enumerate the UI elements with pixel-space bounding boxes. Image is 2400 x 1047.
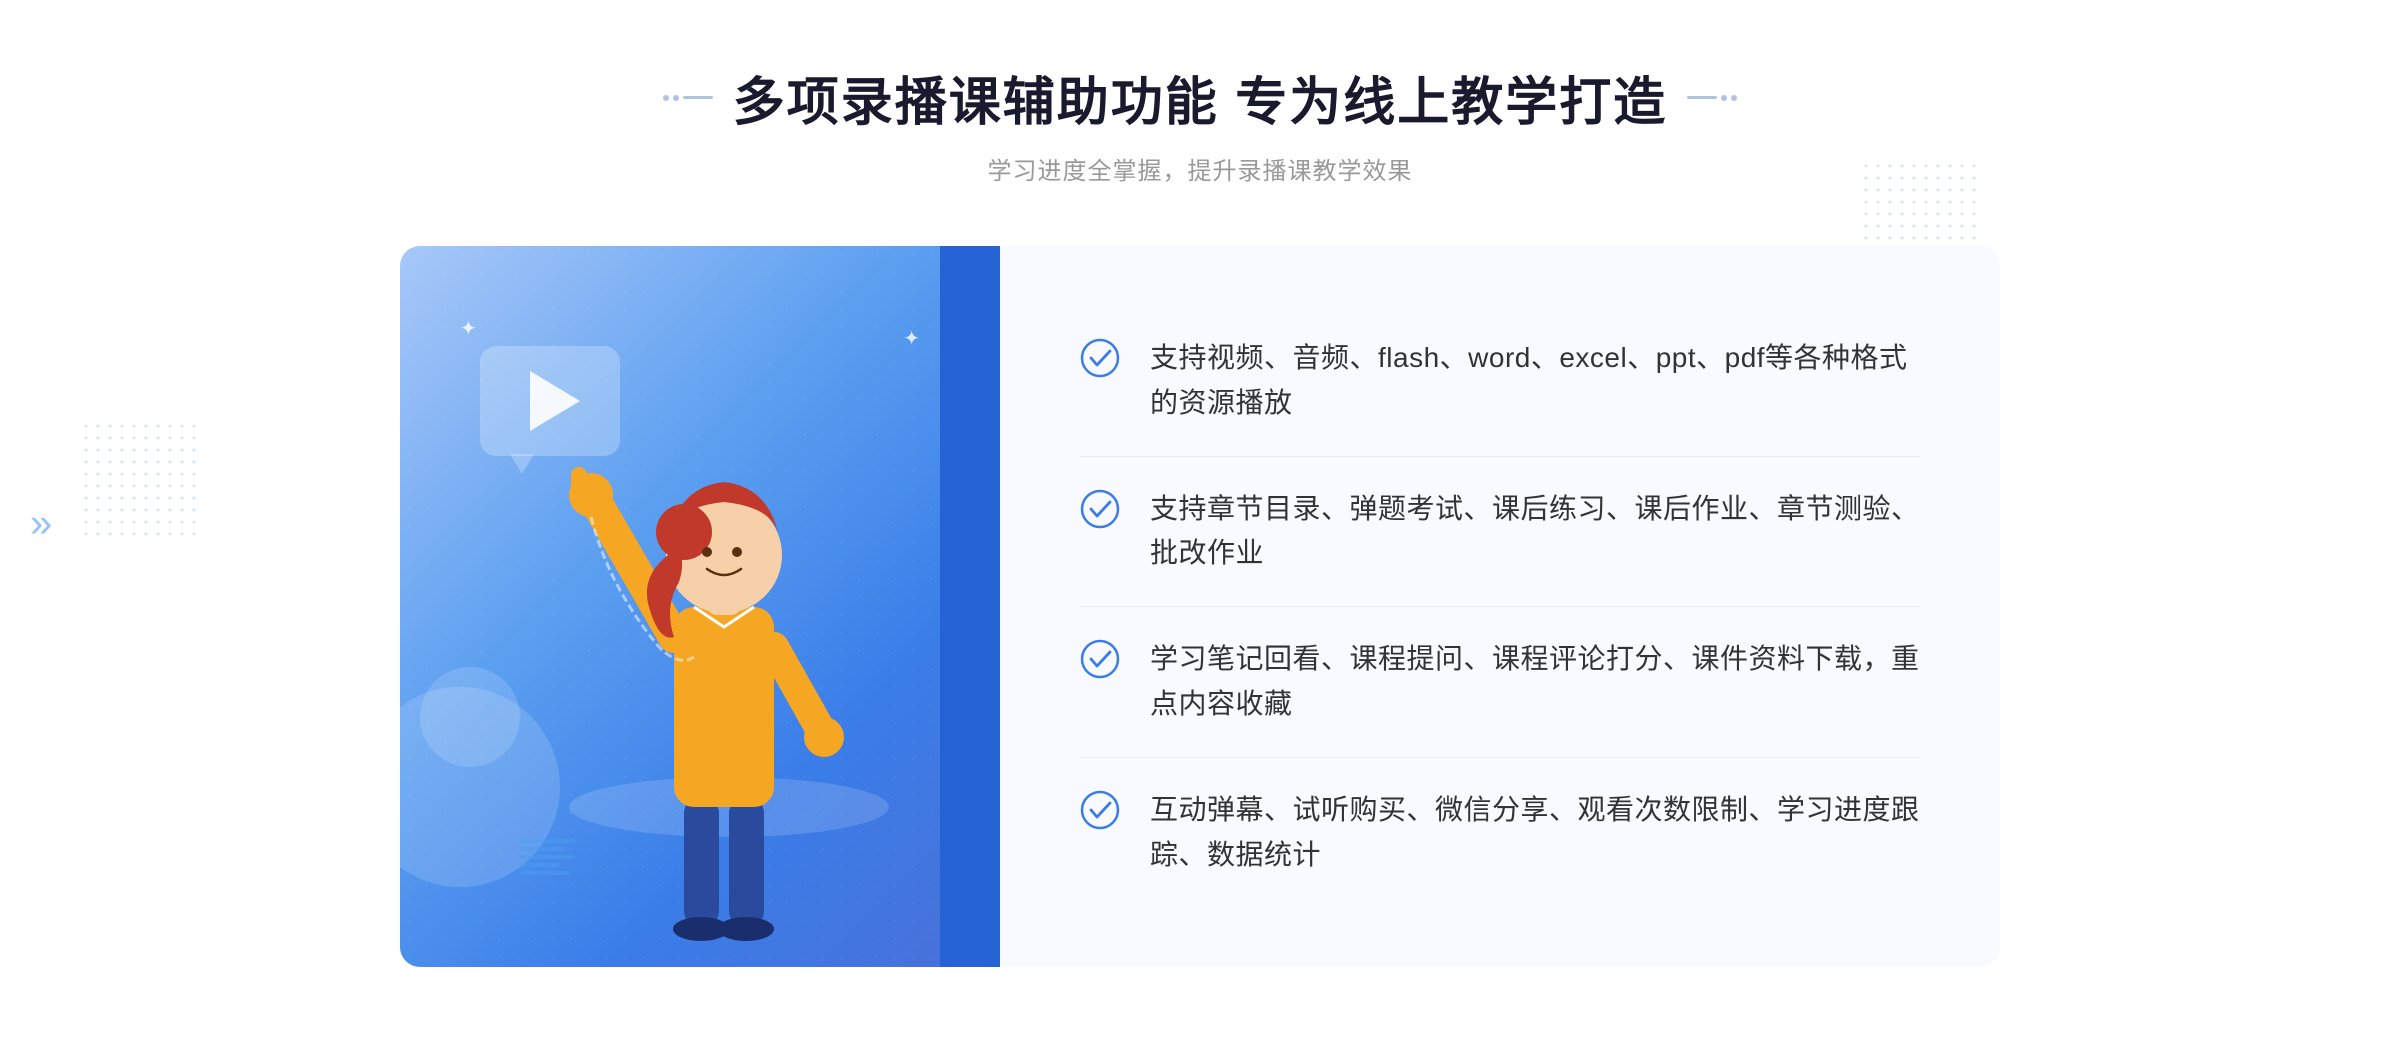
sparkle-2: ✦ [903,326,920,351]
feature-text-3: 学习笔记回看、课程提问、课程评论打分、课件资料下载，重点内容收藏 [1150,637,1920,727]
title-decorator-left [663,95,713,101]
main-title: 多项录播课辅助功能 专为线上教学打造 [733,60,1667,135]
page-container: » 多项录播课辅助功能 专为线上教学打造 学习进度全掌握，提升录播课教学效果 [0,0,2400,1047]
circle-small [420,667,520,767]
feature-item-1: 支持视频、音频、flash、word、excel、ppt、pdf等各种格式的资源… [1080,306,1920,457]
dot-pattern-left [80,420,200,540]
check-icon-3 [1080,639,1120,679]
title-decorator-right [1687,95,1737,101]
person-svg [529,407,909,967]
sparkle-1: ✦ [460,316,477,341]
features-panel: 支持视频、音频、flash、word、excel、ppt、pdf等各种格式的资源… [1000,246,2000,967]
subtitle: 学习进度全掌握，提升录播课教学效果 [663,151,1737,186]
header-section: 多项录播课辅助功能 专为线上教学打造 学习进度全掌握，提升录播课教学效果 [663,60,1737,186]
illustration-panel: ✦ ✦ [400,246,1000,967]
feature-item-2: 支持章节目录、弹题考试、课后练习、课后作业、章节测验、批改作业 [1080,457,1920,608]
feature-text-1: 支持视频、音频、flash、word、excel、ppt、pdf等各种格式的资源… [1150,336,1920,426]
check-icon-1 [1080,338,1120,378]
feature-text-2: 支持章节目录、弹题考试、课后练习、课后作业、章节测验、批改作业 [1150,487,1920,577]
blue-stripe [940,246,1000,967]
check-icon-4 [1080,790,1120,830]
main-content: ✦ ✦ [400,246,2000,967]
check-icon-2 [1080,489,1120,529]
stripe-decoration [520,807,580,907]
feature-item-4: 互动弹幕、试听购买、微信分享、观看次数限制、学习进度跟踪、数据统计 [1080,758,1920,908]
feature-text-4: 互动弹幕、试听购买、微信分享、观看次数限制、学习进度跟踪、数据统计 [1150,788,1920,878]
figure-container [529,407,909,967]
title-row: 多项录播课辅助功能 专为线上教学打造 [663,60,1737,135]
feature-item-3: 学习笔记回看、课程提问、课程评论打分、课件资料下载，重点内容收藏 [1080,607,1920,758]
left-arrow-decoration: » [30,501,52,546]
